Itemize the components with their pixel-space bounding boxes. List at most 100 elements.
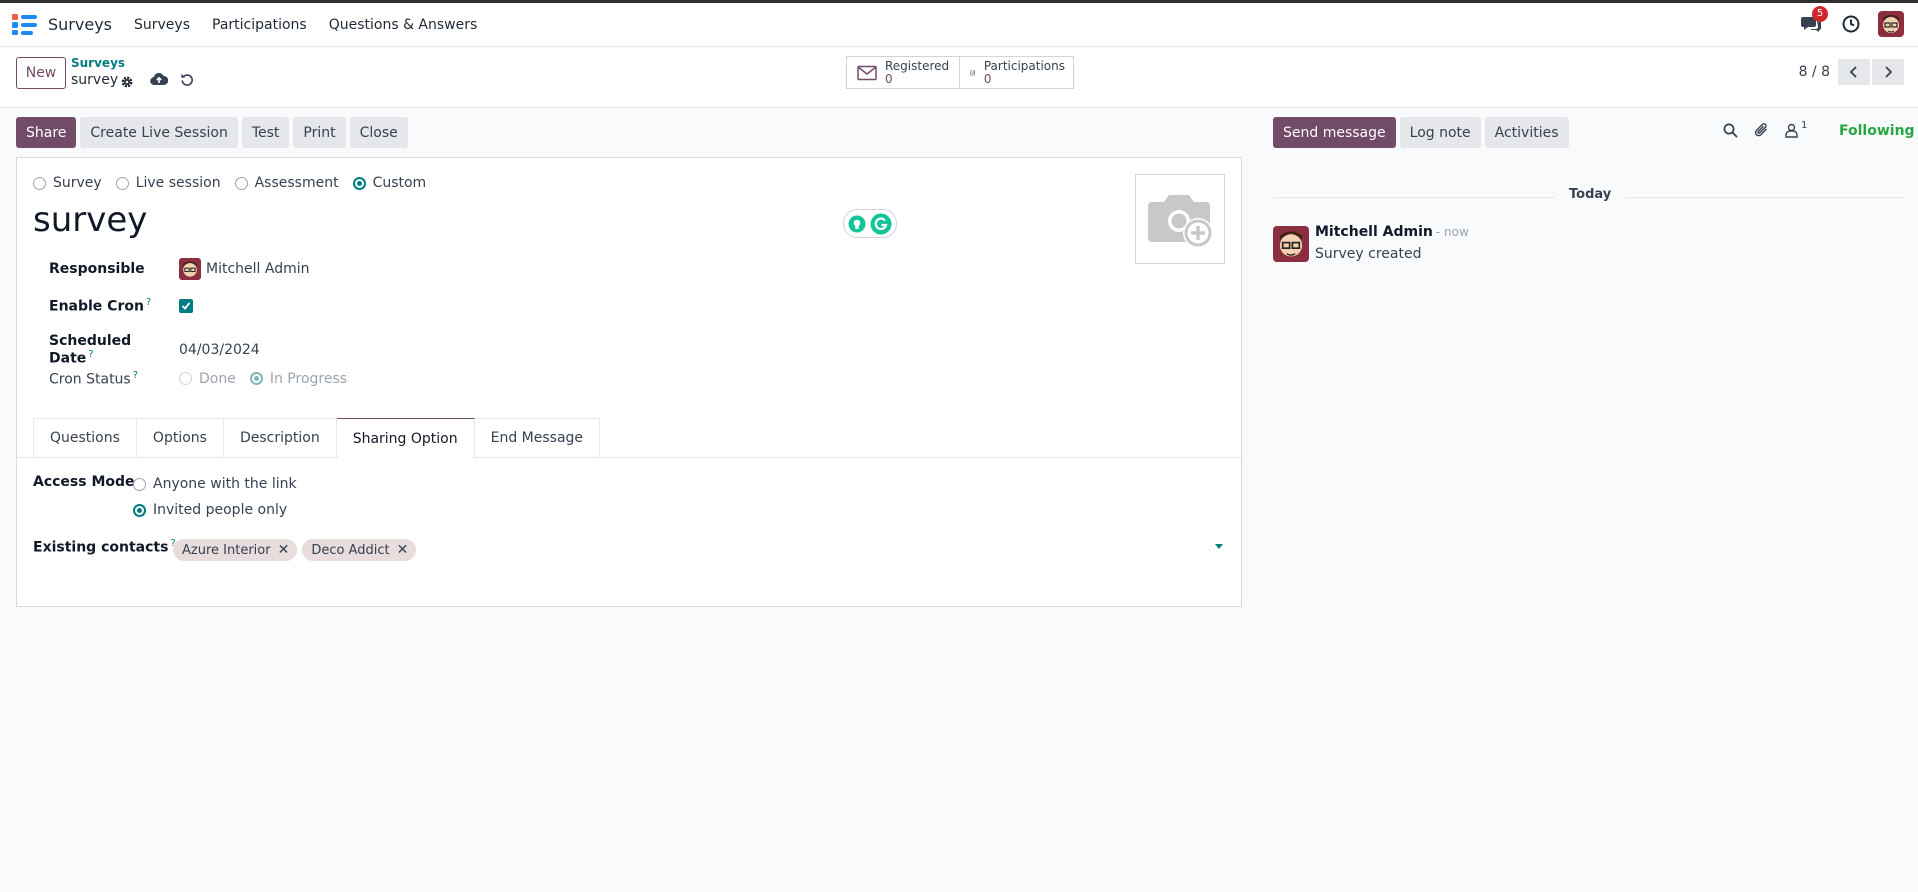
send-message-button[interactable]: Send message <box>1273 117 1396 148</box>
check-square-icon <box>970 70 976 75</box>
cloud-upload-icon <box>150 72 168 86</box>
followers-button[interactable]: 1 <box>1785 119 1808 138</box>
close-button[interactable]: Close <box>349 117 408 148</box>
radio-survey[interactable] <box>33 176 46 190</box>
breadcrumb-parent[interactable]: Surveys <box>71 56 125 70</box>
enable-cron-label: Enable Cron <box>49 298 144 315</box>
lightbulb-icon <box>848 215 866 232</box>
contacts-tags: Azure Interior ✕ Deco Addict ✕ <box>173 539 417 561</box>
pager-previous-button[interactable] <box>1838 59 1870 85</box>
access-option-invited[interactable]: Invited people only <box>133 502 287 518</box>
radio-anyone-with-link[interactable] <box>133 477 146 491</box>
paperclip-icon <box>1754 123 1767 137</box>
menu-participations[interactable]: Participations <box>212 17 307 33</box>
tab-questions[interactable]: Questions <box>33 418 137 457</box>
radio-label: Done <box>199 370 236 387</box>
message-body: Survey created <box>1315 246 1422 262</box>
contacts-dropdown-toggle[interactable] <box>1215 544 1223 549</box>
test-button[interactable]: Test <box>241 117 290 148</box>
app-name[interactable]: Surveys <box>48 15 112 34</box>
person-icon <box>1785 123 1798 138</box>
radio-label: Invited people only <box>153 502 288 518</box>
registered-stat-button[interactable]: Registered 0 <box>846 56 960 89</box>
message-author-name[interactable]: Mitchell Admin <box>1315 224 1433 240</box>
following-button[interactable]: Following <box>1839 123 1915 139</box>
camera-add-icon <box>1148 195 1213 248</box>
radio-label: Custom <box>372 175 427 191</box>
activity-button[interactable] <box>1842 15 1860 33</box>
new-button[interactable]: New <box>16 57 66 89</box>
grammarly-widget[interactable] <box>843 209 897 238</box>
responsible-value[interactable]: Mitchell Admin <box>206 261 310 277</box>
scheduled-date-input[interactable]: 04/03/2024 <box>179 342 260 358</box>
survey-image-upload[interactable] <box>1135 174 1225 264</box>
menu-surveys[interactable]: Surveys <box>134 17 190 33</box>
stat-buttons: Registered 0 Participations 0 <box>846 56 1074 89</box>
participations-value: 0 <box>983 71 992 86</box>
cron-status-row: Cron Status? Done In Progress <box>49 370 361 388</box>
scheduled-date-row: Scheduled Date? 04/03/2024 <box>49 333 260 367</box>
messaging-button[interactable]: 5 <box>1800 6 1828 36</box>
type-option-survey[interactable]: Survey <box>33 175 102 191</box>
user-avatar[interactable] <box>1878 11 1904 37</box>
radio-label: Anyone with the link <box>153 476 297 492</box>
save-button[interactable] <box>150 72 168 86</box>
print-button[interactable]: Print <box>293 117 346 148</box>
activities-button[interactable]: Activities <box>1484 117 1569 148</box>
survey-title-input[interactable]: survey <box>33 200 147 240</box>
existing-contacts-label: Existing contacts <box>33 539 169 556</box>
message-author-avatar[interactable] <box>1273 226 1309 262</box>
registered-value: 0 <box>885 71 893 86</box>
help-icon[interactable]: ? <box>146 297 151 308</box>
menu-questions-answers[interactable]: Questions & Answers <box>329 17 478 33</box>
pager-value[interactable]: 8 / 8 <box>1799 64 1830 80</box>
message-author: Mitchell Admin - now <box>1315 224 1469 240</box>
help-icon[interactable]: ? <box>88 349 93 360</box>
tab-sharing-option[interactable]: Sharing Option <box>336 418 475 458</box>
attachments-button[interactable] <box>1754 122 1769 138</box>
help-icon[interactable]: ? <box>133 370 138 381</box>
clock-icon <box>1842 15 1860 33</box>
chat-badge: 5 <box>1812 6 1828 22</box>
date-divider-label: Today <box>1555 187 1626 202</box>
radio-in-progress <box>249 372 263 386</box>
participations-stat-button[interactable]: Participations 0 <box>960 56 1074 89</box>
responsible-row: Responsible Mitchell Admin <box>49 258 310 280</box>
log-note-button[interactable]: Log note <box>1399 117 1481 148</box>
radio-label: In Progress <box>269 370 348 387</box>
breadcrumb-current: survey <box>71 72 119 88</box>
radio-live-session[interactable] <box>115 176 129 190</box>
remove-tag-icon[interactable]: ✕ <box>278 542 290 558</box>
responsible-label: Responsible <box>49 261 145 277</box>
participations-label: Participations <box>983 58 1065 73</box>
share-button[interactable]: Share <box>16 117 77 148</box>
type-option-live-session[interactable]: Live session <box>115 175 221 191</box>
radio-custom[interactable] <box>352 176 366 190</box>
radio-label: Survey <box>53 175 102 191</box>
radio-invited-only[interactable] <box>133 503 146 517</box>
create-live-session-button[interactable]: Create Live Session <box>80 117 238 148</box>
search-messages-button[interactable] <box>1723 123 1738 138</box>
type-option-assessment[interactable]: Assessment <box>234 175 339 191</box>
form-sheet: Survey Live session Assessment Custom su… <box>16 157 1242 607</box>
undo-icon <box>181 74 193 86</box>
actions-gear-button[interactable] <box>120 75 134 89</box>
surveys-app-icon[interactable] <box>12 13 40 37</box>
envelope-icon <box>857 65 877 80</box>
enable-cron-checkbox[interactable] <box>179 298 193 313</box>
tab-end-message[interactable]: End Message <box>474 418 601 457</box>
tab-description[interactable]: Description <box>223 418 337 457</box>
remove-tag-icon[interactable]: ✕ <box>397 542 409 558</box>
pager-next-button[interactable] <box>1872 59 1904 85</box>
followers-count: 1 <box>1801 119 1808 131</box>
caret-down-icon <box>1215 544 1223 549</box>
pager: 8 / 8 <box>1799 59 1904 85</box>
radio-assessment[interactable] <box>234 176 248 190</box>
discard-button[interactable] <box>180 72 194 86</box>
tab-divider <box>17 457 1241 458</box>
tab-options[interactable]: Options <box>136 418 224 457</box>
tag-label: Deco Addict <box>311 542 390 558</box>
access-option-anyone[interactable]: Anyone with the link <box>133 476 297 492</box>
type-option-custom[interactable]: Custom <box>352 175 427 191</box>
chatter-topbar: Send message Log note Activities <box>1273 117 1569 148</box>
